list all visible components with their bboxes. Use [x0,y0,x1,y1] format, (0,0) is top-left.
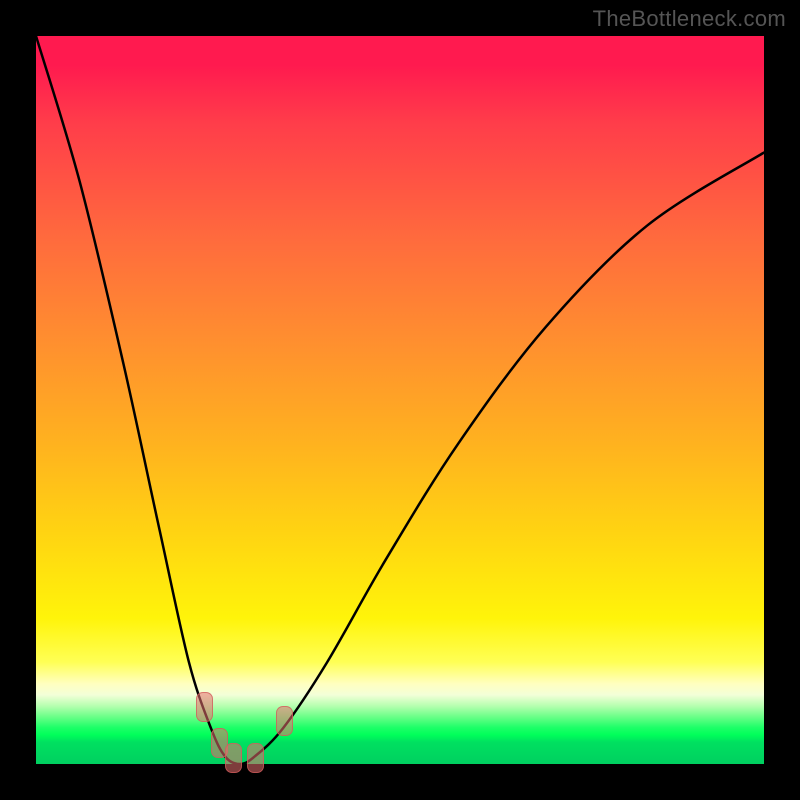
data-marker [276,706,293,736]
bottleneck-curve-path [36,36,764,764]
data-marker [225,743,242,773]
bottleneck-curve-svg [36,36,764,764]
watermark-text: TheBottleneck.com [593,6,786,32]
data-marker [196,692,213,722]
chart-frame: TheBottleneck.com [0,0,800,800]
data-marker [247,743,264,773]
plot-area [36,36,764,764]
